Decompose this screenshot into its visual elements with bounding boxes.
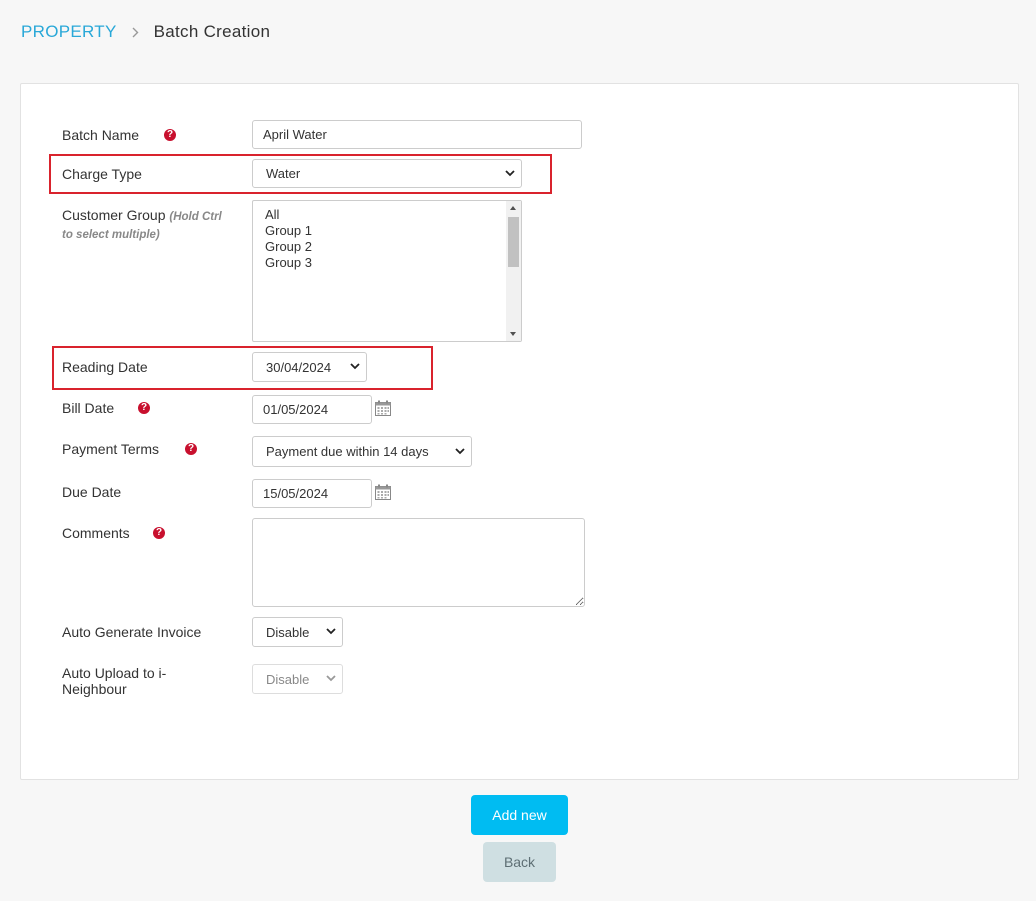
bill-date-input[interactable] xyxy=(252,395,372,424)
charge-type-selected: Water xyxy=(266,166,301,181)
help-icon[interactable]: ? xyxy=(153,527,165,539)
listbox-scrollbar[interactable] xyxy=(506,201,521,341)
auto-upload-select: Disable xyxy=(252,664,343,694)
comments-label: Comments xyxy=(62,525,130,541)
customer-group-label-text: Customer Group xyxy=(62,207,166,223)
chevron-right-icon xyxy=(132,27,139,38)
auto-generate-invoice-selected: Disable xyxy=(266,624,310,640)
reading-date-label: Reading Date xyxy=(62,359,148,375)
customer-group-listbox[interactable]: All Group 1 Group 2 Group 3 xyxy=(252,200,522,342)
auto-upload-selected: Disable xyxy=(266,671,310,687)
chevron-down-icon xyxy=(505,169,515,176)
calendar-icon[interactable] xyxy=(375,484,391,500)
scrollbar-thumb[interactable] xyxy=(508,217,519,267)
auto-upload-label: Auto Upload to i-Neighbour xyxy=(62,665,167,697)
scroll-down-arrow-icon[interactable] xyxy=(510,332,516,336)
due-date-label: Due Date xyxy=(62,484,122,500)
charge-type-select[interactable]: Water xyxy=(252,159,522,188)
list-item[interactable]: All xyxy=(253,207,521,223)
charge-type-label: Charge Type xyxy=(62,166,142,182)
chevron-down-icon xyxy=(326,675,336,682)
add-new-button[interactable]: Add new xyxy=(471,795,568,835)
payment-terms-select[interactable]: Payment due within 14 days xyxy=(252,436,472,467)
calendar-icon[interactable] xyxy=(375,400,391,416)
reading-date-select[interactable]: 30/04/2024 xyxy=(252,352,367,382)
back-button[interactable]: Back xyxy=(483,842,556,882)
auto-generate-invoice-label: Auto Generate Invoice xyxy=(62,624,202,640)
list-item[interactable]: Group 1 xyxy=(253,223,521,239)
help-icon[interactable]: ? xyxy=(164,129,176,141)
scroll-up-arrow-icon[interactable] xyxy=(510,206,516,210)
breadcrumb: PROPERTY Batch Creation xyxy=(21,21,270,43)
comments-textarea[interactable] xyxy=(252,518,585,607)
reading-date-selected: 30/04/2024 xyxy=(266,359,332,375)
chevron-down-icon xyxy=(455,447,465,454)
customer-group-label: Customer Group (Hold Ctrl to select mult… xyxy=(62,207,232,243)
due-date-input[interactable] xyxy=(252,479,372,508)
batch-name-input[interactable] xyxy=(252,120,582,149)
auto-generate-invoice-select[interactable]: Disable xyxy=(252,617,343,647)
list-item[interactable]: Group 3 xyxy=(253,255,521,271)
page-title: Batch Creation xyxy=(153,22,271,41)
chevron-down-icon xyxy=(350,363,360,370)
breadcrumb-root-link[interactable]: PROPERTY xyxy=(21,22,117,42)
payment-terms-label: Payment Terms xyxy=(62,441,159,457)
payment-terms-selected: Payment due within 14 days xyxy=(266,444,429,459)
help-icon[interactable]: ? xyxy=(138,402,150,414)
batch-name-label: Batch Name xyxy=(62,127,140,143)
help-icon[interactable]: ? xyxy=(185,443,197,455)
chevron-down-icon xyxy=(326,628,336,635)
bill-date-label: Bill Date xyxy=(62,400,115,416)
batch-form-panel: Batch Name ? Charge Type Water Customer … xyxy=(20,83,1019,780)
list-item[interactable]: Group 2 xyxy=(253,239,521,255)
